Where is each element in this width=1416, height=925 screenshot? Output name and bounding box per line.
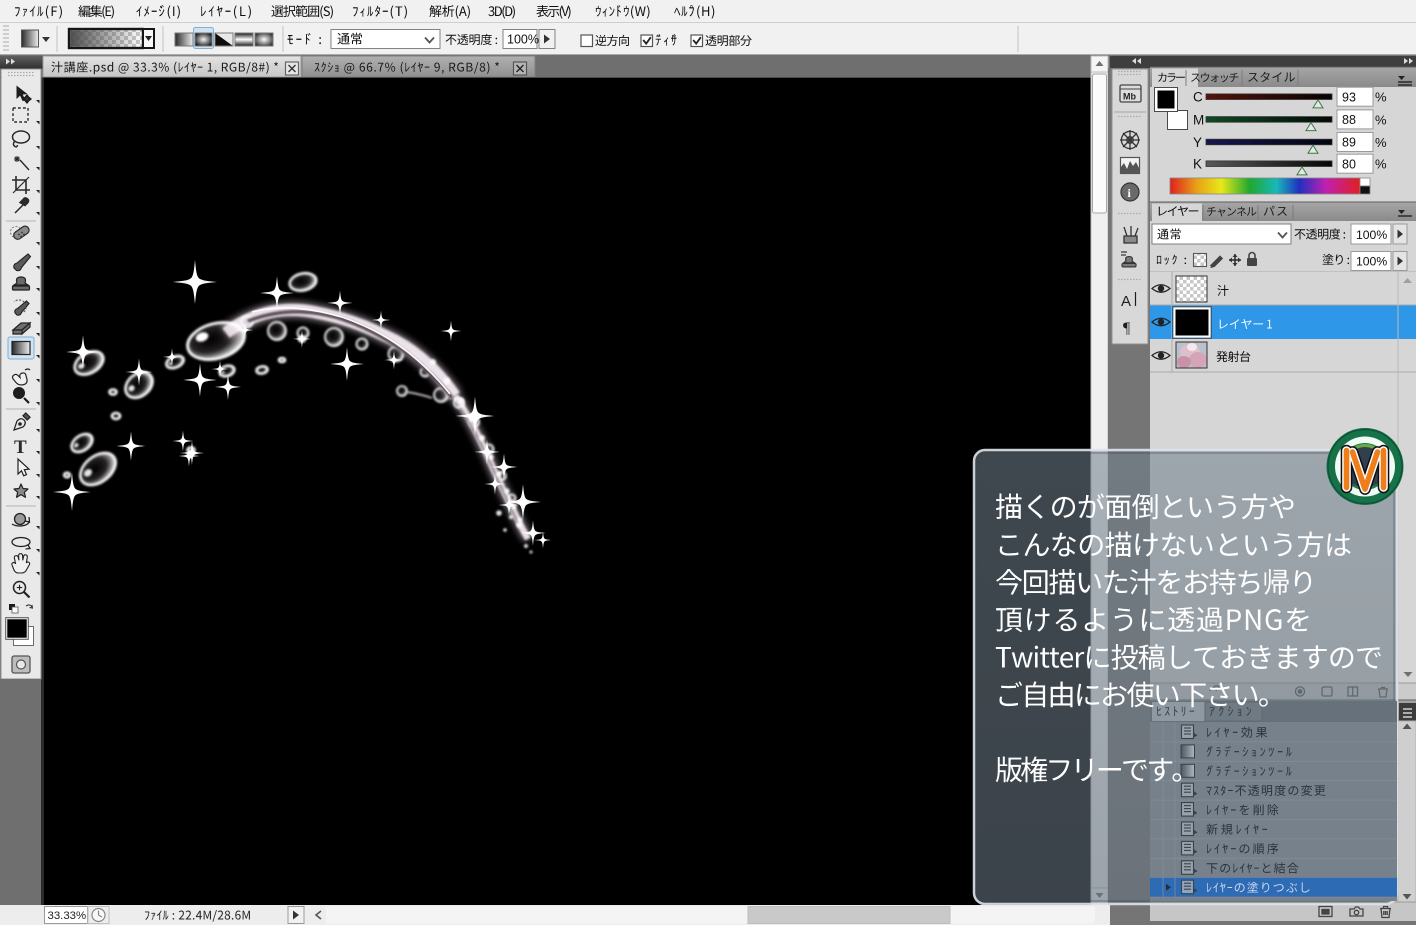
svg-text:K: K xyxy=(1193,157,1202,172)
svg-text:T: T xyxy=(14,437,27,458)
svg-text:A: A xyxy=(1121,293,1131,310)
svg-text:%: % xyxy=(1375,135,1387,150)
svg-text:33.33%: 33.33% xyxy=(48,910,87,922)
svg-text:Mb: Mb xyxy=(1123,92,1136,102)
svg-text:100%: 100% xyxy=(1356,254,1387,268)
svg-text:C: C xyxy=(1193,90,1203,105)
svg-text:88: 88 xyxy=(1342,113,1356,127)
svg-text:93: 93 xyxy=(1342,90,1356,104)
svg-text:%: % xyxy=(1375,112,1387,127)
svg-text:%: % xyxy=(1375,157,1387,172)
svg-text:M: M xyxy=(1193,112,1204,127)
svg-text:80: 80 xyxy=(1342,157,1356,171)
svg-text:%: % xyxy=(1375,90,1387,105)
svg-text:100%: 100% xyxy=(1356,228,1387,242)
svg-text:¶: ¶ xyxy=(1123,320,1131,337)
svg-text:100%: 100% xyxy=(507,33,539,47)
svg-text:89: 89 xyxy=(1342,136,1356,150)
svg-text:Y: Y xyxy=(1193,135,1202,150)
